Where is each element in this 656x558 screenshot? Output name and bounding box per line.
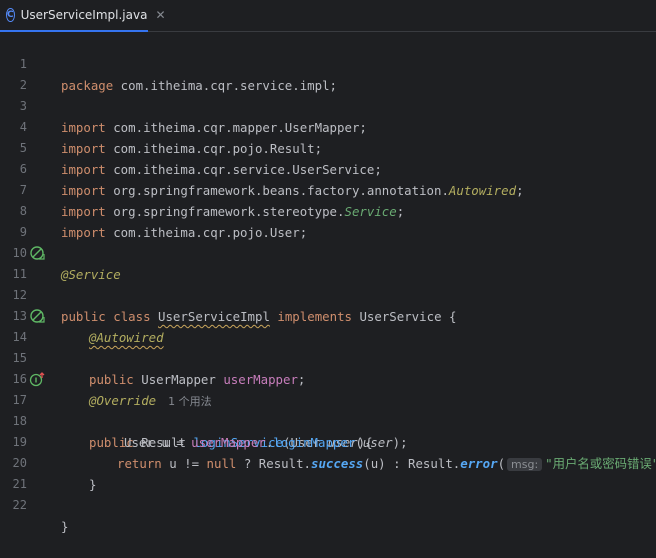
code-line: 20 } [0,432,656,492]
code-line: 14 public UserMapper userMapper; [0,306,656,387]
code-line: 7 import org.springframework.stereotype.… [0,159,656,219]
code-line: 2 [0,54,656,92]
code-line: 22 } [0,474,656,534]
editor-tab-bar: C UserServiceImpl.java ✕ [0,0,656,32]
code-line: 19 return u != null ? Result.success(u) … [0,411,656,471]
code-line: 18 User u = userMapper.loginMapper(user)… [0,390,656,450]
code-line: 12 [0,264,656,302]
java-class-icon: C [6,8,15,22]
code-editor[interactable]: 1 package com.itheima.cqr.service.impl; … [0,33,656,534]
code-line: 9 [0,201,656,239]
code-line: 10 @Service [0,222,656,282]
code-line: 1 package com.itheima.cqr.service.impl; [0,33,656,93]
code-line: 3 import com.itheima.cqr.mapper.UserMapp… [0,75,656,135]
code-line: 6 import org.springframework.beans.facto… [0,138,656,198]
autowired-gutter-icon[interactable] [29,308,46,325]
bean-gutter-icon[interactable] [29,245,46,262]
code-line: 15 [0,327,656,365]
brace: } [61,519,69,534]
code-line: 21 [0,453,656,491]
code-line: 5 import com.itheima.cqr.service.UserSer… [0,117,656,177]
editor-tab[interactable]: C UserServiceImpl.java ✕ [0,0,166,32]
tab-title: UserServiceImpl.java [20,8,148,22]
code-line: 16 @Override 1 个用法 [0,348,656,408]
line-number: 22 [12,498,27,512]
close-icon[interactable]: ✕ [155,8,165,22]
code-line: 13 @Autowired [0,285,656,345]
code-line: 8 import com.itheima.cqr.pojo.User; [0,180,656,240]
code-line: 4 import com.itheima.cqr.pojo.Result; [0,96,656,156]
implements-gutter-icon[interactable] [29,371,46,388]
code-line: 11 public class UserServiceImpl implemen… [0,243,656,324]
code-line: 17 public Result loginService(User user)… [0,369,656,450]
